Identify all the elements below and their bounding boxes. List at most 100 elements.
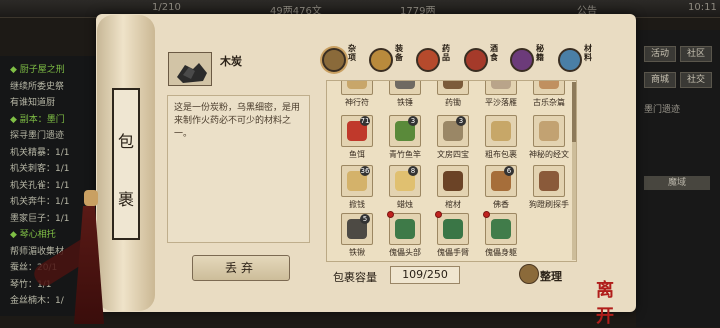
leave-logo[interactable]: 离开 — [596, 276, 630, 327]
rarity-marker — [435, 211, 442, 218]
bag-title-char-2: 裹 — [117, 190, 134, 209]
item-name: 狗蹬刷探手 — [529, 200, 569, 209]
tab-3-icon[interactable] — [416, 48, 440, 72]
item-name: 铁锤 — [397, 98, 413, 107]
item-slot[interactable] — [533, 81, 565, 95]
item-slot[interactable]: 5 — [341, 213, 373, 245]
tab-2-icon[interactable] — [369, 48, 393, 72]
item-quantity: 8 — [408, 166, 418, 176]
item-name: 神秘的经文 — [529, 150, 569, 159]
item-slot[interactable]: 36 — [341, 165, 373, 197]
item-icon — [539, 121, 559, 141]
item-slot[interactable]: 3 — [437, 115, 469, 147]
quest-line[interactable]: 有谁知道厨 — [10, 95, 55, 108]
item-slot[interactable]: 71 — [341, 115, 373, 147]
item-name: 古乐杂篇 — [533, 98, 565, 107]
tassel-knot — [84, 190, 98, 206]
item-name: 蜡烛 — [397, 200, 413, 209]
item-slot[interactable]: 8 — [389, 165, 421, 197]
item-description: 这是一份炭粉，乌黑细密，是用来制作火药必不可少的材料之一。 — [174, 103, 301, 139]
item-name: 佛香 — [493, 200, 509, 209]
tab-4-icon[interactable] — [464, 48, 488, 72]
item-slot[interactable] — [389, 81, 421, 95]
tab-6-icon[interactable] — [558, 48, 582, 72]
rarity-marker — [387, 211, 394, 218]
quest-heading[interactable]: ◆ 厨子屋之刑 — [10, 62, 65, 75]
tab-label[interactable]: 装备 — [395, 44, 405, 62]
item-slot[interactable] — [437, 165, 469, 197]
item-name: 铁锹 — [349, 248, 365, 257]
item-slot[interactable] — [483, 211, 517, 245]
quest-line[interactable]: 探寻墨门遗迹 — [10, 128, 64, 141]
item-slot[interactable] — [435, 211, 469, 245]
item-slot[interactable] — [485, 81, 517, 95]
item-slot[interactable]: 3 — [389, 115, 421, 147]
item-name: 药锄 — [445, 98, 461, 107]
item-name: 棺材 — [445, 200, 461, 209]
quest-heading[interactable]: ◆ 琴心相托 — [10, 227, 56, 240]
discard-button[interactable]: 丢弃 — [192, 255, 290, 281]
tab-label[interactable]: 杂项 — [348, 44, 358, 62]
quest-line[interactable]: 机关刺客：1/1 — [10, 161, 70, 174]
community-button[interactable]: 社区 — [680, 46, 712, 62]
shop-button[interactable]: 商城 — [644, 72, 676, 88]
grid-scrollbar-thumb[interactable] — [572, 82, 576, 142]
item-name: 傀儡身躯 — [485, 248, 517, 257]
activity-button[interactable]: 活动 — [644, 46, 676, 62]
charcoal-item-icon — [168, 52, 212, 86]
item-name: 粗布包裹 — [485, 150, 517, 159]
tab-label[interactable]: 药品 — [442, 44, 452, 62]
item-slot[interactable] — [437, 81, 469, 95]
item-quantity: 71 — [360, 116, 370, 126]
item-slot[interactable] — [341, 81, 373, 95]
item-icon — [539, 81, 559, 89]
quest-line[interactable]: 金丝楠木：1/ — [10, 293, 64, 306]
item-icon — [491, 219, 511, 239]
selected-item-name: 木炭 — [220, 55, 242, 68]
clock: 10:11 — [688, 2, 717, 13]
tab-5-icon[interactable] — [510, 48, 534, 72]
item-name: 掀钱 — [349, 200, 365, 209]
item-quantity: 5 — [360, 214, 370, 224]
quest-line[interactable]: 机关精暴：1/1 — [10, 145, 70, 158]
item-quantity: 3 — [408, 116, 418, 126]
grid-scrollbar[interactable] — [572, 82, 576, 260]
tab-label[interactable]: 秘籍 — [536, 44, 546, 62]
quest-line[interactable]: 继续所委史祭 — [10, 79, 64, 92]
item-quantity: 36 — [360, 166, 370, 176]
item-icon — [395, 219, 415, 239]
pouch-icon[interactable] — [519, 264, 539, 284]
quest-line[interactable]: 墨家巨子：1/1 — [10, 211, 70, 224]
item-quantity: 6 — [504, 166, 514, 176]
item-icon — [491, 121, 511, 141]
dungeon-label: 墨门遗迹 — [644, 105, 681, 115]
item-icon — [395, 81, 415, 89]
item-quantity: 3 — [456, 116, 466, 126]
tab-label[interactable]: 材料 — [584, 44, 594, 62]
quest-line[interactable]: 机关奔牛：1/1 — [10, 194, 70, 207]
item-slot[interactable] — [533, 165, 565, 197]
item-name: 平沙落雁 — [485, 98, 517, 107]
item-icon — [443, 81, 463, 89]
item-slot[interactable] — [533, 115, 565, 147]
item-slot[interactable] — [387, 211, 421, 245]
right-menu-panel: 活动 社区 商城 社交 墨门遗迹 魔域 — [636, 30, 720, 327]
item-description-box: 这是一份炭粉，乌黑细密，是用来制作火药必不可少的材料之一。 — [167, 95, 310, 243]
tab-label[interactable]: 酒食 — [490, 44, 500, 62]
item-icon — [539, 171, 559, 191]
tab-1-icon[interactable] — [322, 48, 346, 72]
item-slot[interactable]: 6 — [485, 165, 517, 197]
item-name: 傀儡头部 — [389, 248, 421, 257]
capacity-value: 109/250 — [390, 266, 460, 284]
item-icon — [347, 81, 367, 89]
item-slot[interactable] — [485, 115, 517, 147]
social-button[interactable]: 社交 — [680, 72, 712, 88]
quest-line[interactable]: 机关孔雀：1/1 — [10, 178, 70, 191]
quest-heading[interactable]: ◆ 副本：墨门 — [10, 112, 65, 125]
bag-title-plaque: 包 裹 — [112, 88, 140, 240]
capacity-label: 包裹容量 — [333, 271, 377, 284]
item-grid: 神行符 铁锤 药锄 平沙落雁 古乐杂篇 71 鱼饵 3 青竹鱼竿 3 文房四宝 粗布包裹 神秘的经文 36… — [326, 80, 577, 262]
sort-button[interactable]: 整理 — [540, 268, 562, 284]
inventory-entry[interactable]: 魔域 — [644, 176, 710, 190]
rarity-marker — [483, 211, 490, 218]
